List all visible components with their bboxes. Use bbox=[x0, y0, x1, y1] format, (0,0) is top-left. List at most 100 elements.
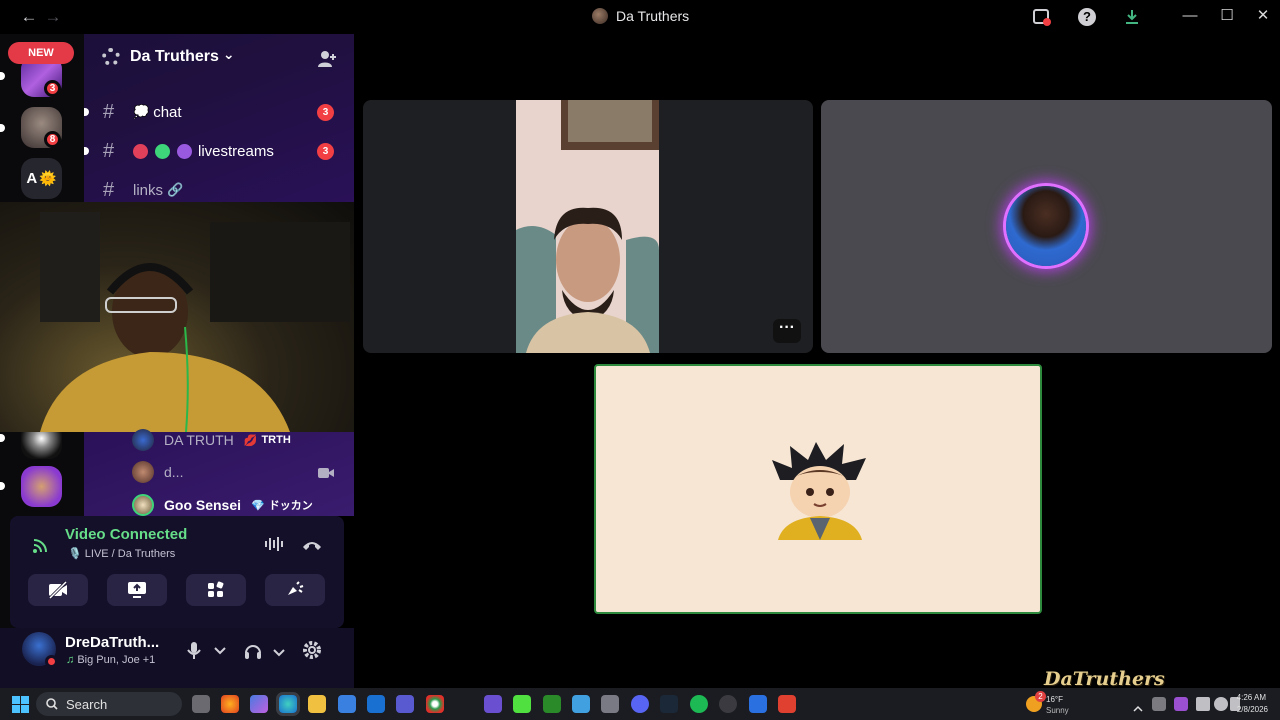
settings-gear-icon[interactable] bbox=[302, 640, 322, 665]
copilot-icon[interactable] bbox=[250, 695, 268, 713]
video-tile-camera[interactable]: ··· bbox=[363, 100, 813, 353]
webcam-person-image bbox=[40, 212, 350, 432]
kick-icon[interactable] bbox=[513, 695, 531, 713]
voice-member[interactable]: Goo Sensei 💎 ドッカン bbox=[132, 491, 313, 519]
channel-name: livestreams bbox=[133, 143, 274, 160]
outlook-icon[interactable] bbox=[367, 695, 385, 713]
server-icon bbox=[592, 8, 608, 24]
more-options-button[interactable]: ··· bbox=[773, 319, 801, 343]
video-tile-speaking[interactable] bbox=[594, 364, 1042, 614]
server-icon-3[interactable]: A 🌞 bbox=[21, 158, 62, 199]
steam-icon[interactable] bbox=[660, 695, 678, 713]
task-view-icon[interactable] bbox=[192, 695, 210, 713]
unread-pill bbox=[84, 108, 89, 116]
member-tag: 💋 TRTH bbox=[244, 434, 291, 447]
start-button[interactable] bbox=[12, 696, 29, 718]
photos-icon[interactable] bbox=[572, 695, 590, 713]
taskbar-search[interactable]: Search bbox=[36, 692, 182, 716]
server-icon-5[interactable] bbox=[21, 466, 62, 507]
add-user-icon[interactable] bbox=[316, 48, 338, 70]
connection-channel[interactable]: 🎙️ LIVE / Da Truthers bbox=[68, 547, 175, 560]
camera-off-button[interactable] bbox=[28, 574, 88, 606]
back-arrow-icon[interactable]: ← bbox=[16, 6, 42, 28]
tray-chevron-icon[interactable] bbox=[1133, 699, 1143, 717]
discord-icon[interactable] bbox=[631, 695, 649, 713]
settings-app-icon[interactable] bbox=[601, 695, 619, 713]
app-icon-red[interactable] bbox=[778, 695, 796, 713]
guild-header[interactable]: Da Truthers ⌄ bbox=[102, 46, 235, 66]
user-avatar[interactable] bbox=[22, 632, 58, 668]
noise-suppression-icon[interactable] bbox=[264, 536, 284, 557]
minimize-button[interactable]: — bbox=[1172, 4, 1208, 28]
audio-options-chevron-icon[interactable] bbox=[273, 644, 285, 662]
hash-icon: # bbox=[103, 139, 115, 162]
server-guide-icon bbox=[102, 48, 120, 66]
channel-mention-badge: 3 bbox=[317, 142, 334, 160]
voice-connection-panel: Video Connected 🎙️ LIVE / Da Truthers bbox=[10, 516, 344, 628]
channel-item-chat[interactable]: # 💭 chat 3 bbox=[84, 96, 354, 128]
video-stage: ··· DaTruthers bbox=[354, 34, 1280, 690]
video-tile-avatar[interactable] bbox=[821, 100, 1272, 353]
maximize-button[interactable]: ☐ bbox=[1209, 4, 1245, 28]
disconnect-icon[interactable] bbox=[302, 538, 322, 556]
spotify-icon[interactable] bbox=[690, 695, 708, 713]
sync-icon[interactable] bbox=[1152, 697, 1166, 711]
screen-share-button[interactable] bbox=[107, 574, 167, 606]
weather-temp: 16°F bbox=[1046, 695, 1063, 704]
chrome-icon[interactable] bbox=[426, 695, 444, 713]
firefox-icon[interactable] bbox=[221, 695, 239, 713]
avatar bbox=[132, 429, 154, 451]
hash-icon: # bbox=[103, 178, 115, 201]
forward-arrow-icon[interactable]: → bbox=[40, 6, 66, 28]
username[interactable]: DreDaTruth... bbox=[65, 634, 159, 651]
channel-watermark: DaTruthers bbox=[1044, 668, 1165, 690]
speaking-avatar bbox=[1006, 186, 1086, 266]
clock-time[interactable]: 4:26 AM bbox=[1236, 693, 1266, 702]
sun-icon: 🌞 bbox=[39, 170, 57, 186]
connection-signal-icon bbox=[32, 536, 50, 559]
search-icon bbox=[46, 698, 58, 710]
microphone-icon[interactable] bbox=[186, 641, 202, 666]
dnd-status-icon bbox=[45, 655, 58, 668]
channel-item-livestreams[interactable]: # livestreams 3 bbox=[84, 135, 354, 167]
display-tray-icon[interactable] bbox=[1196, 697, 1210, 711]
clock-date[interactable]: 2/8/2026 bbox=[1230, 705, 1268, 714]
windows-taskbar: Search 2 16°F Sunny 4:26 AM 2/8/2026 bbox=[0, 688, 1280, 720]
voice-member[interactable]: d... bbox=[132, 458, 183, 486]
red-circle-icon bbox=[133, 143, 148, 159]
app-icon[interactable] bbox=[749, 695, 767, 713]
hash-icon: # bbox=[103, 100, 115, 123]
unread-pill bbox=[84, 147, 89, 155]
soundboard-button[interactable] bbox=[265, 574, 325, 606]
window-title-text: Da Truthers bbox=[616, 8, 690, 24]
mic-tray-icon[interactable] bbox=[1174, 697, 1188, 711]
title-bar: ← → Da Truthers ? — ☐ ✕ bbox=[0, 0, 1280, 34]
window-title: Da Truthers bbox=[592, 8, 689, 24]
download-icon[interactable] bbox=[1121, 6, 1143, 28]
connection-status[interactable]: Video Connected bbox=[65, 526, 187, 543]
store-icon[interactable] bbox=[338, 695, 356, 713]
weather-widget[interactable]: 2 16°F Sunny bbox=[1026, 691, 1086, 717]
inbox-icon[interactable] bbox=[1031, 6, 1053, 28]
member-tag: 💎 ドッカン bbox=[251, 497, 313, 513]
help-icon[interactable]: ? bbox=[1076, 6, 1098, 28]
notes-icon[interactable] bbox=[484, 695, 502, 713]
obs-icon[interactable] bbox=[719, 695, 737, 713]
new-badge[interactable]: NEW bbox=[8, 42, 74, 64]
wifi-icon[interactable] bbox=[1214, 697, 1228, 711]
edge-icon[interactable] bbox=[279, 695, 297, 713]
green-circle-icon bbox=[155, 143, 170, 159]
help-glyph: ? bbox=[1078, 8, 1096, 26]
file-explorer-icon[interactable] bbox=[308, 695, 326, 713]
voice-member[interactable]: DA TRUTH 💋 TRTH bbox=[132, 426, 291, 454]
headphones-icon[interactable] bbox=[243, 641, 263, 666]
teams-icon[interactable] bbox=[396, 695, 414, 713]
video-camera-icon bbox=[318, 466, 334, 484]
close-button[interactable]: ✕ bbox=[1245, 4, 1280, 28]
activities-button[interactable] bbox=[186, 574, 246, 606]
member-name: DA TRUTH bbox=[164, 432, 234, 448]
guild-name: Da Truthers bbox=[130, 48, 219, 65]
xbox-icon[interactable] bbox=[543, 695, 561, 713]
mic-options-chevron-icon[interactable] bbox=[214, 644, 226, 658]
server-mention-badge: 3 bbox=[44, 80, 61, 97]
